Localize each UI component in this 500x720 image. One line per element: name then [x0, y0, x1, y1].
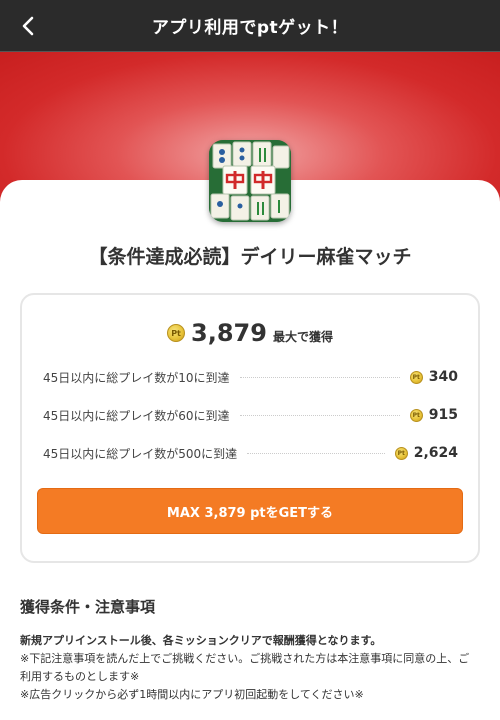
condition-label: 45日以内に総プレイ数が10に到達: [43, 370, 230, 385]
point-coin-icon: Pt: [167, 324, 186, 342]
mahjong-app-icon: [209, 140, 291, 222]
condition-row: 45日以内に総プレイ数が10に到達 Pt 340: [43, 367, 458, 387]
conditions-heading: 獲得条件・注意事項: [20, 598, 156, 616]
get-points-button[interactable]: MAX 3,879 ptをGETする: [37, 488, 463, 534]
note-line: ※広告クリックから必ず1時間以内にアプリ初回起動をしてください※: [20, 688, 364, 701]
max-reward: Pt 3,879 最大で獲得: [22, 319, 478, 347]
note-line: 新規アプリインストール後、各ミッションクリアで報酬獲得となります。: [20, 634, 382, 647]
app-title: 【条件達成必読】デイリー麻雀マッチ: [88, 246, 412, 268]
max-points-suffix: 最大で獲得: [272, 330, 333, 344]
condition-points: 915: [428, 407, 458, 423]
notes-list: 新規アプリインストール後、各ミッションクリアで報酬獲得となります。 ※下記注意事…: [20, 632, 480, 704]
condition-row: 45日以内に総プレイ数が500に到達 Pt 2,624: [43, 443, 458, 463]
dotted-leader: [239, 376, 400, 378]
condition-label: 45日以内に総プレイ数が60に到達: [43, 408, 230, 423]
point-coin-icon: Pt: [409, 408, 423, 422]
condition-points: 340: [428, 369, 458, 385]
max-points: 3,879: [191, 319, 267, 347]
note-line: ※下記注意事項を読んだ上でご挑戦ください。ご挑戦された方は本注意事項に同意の上、…: [20, 652, 470, 683]
point-coin-icon: Pt: [409, 370, 423, 384]
page-title: アプリ利用でptゲット！: [151, 18, 349, 38]
dotted-leader: [239, 414, 400, 416]
top-bar: アプリ利用でptゲット！: [0, 0, 500, 52]
dotted-leader: [247, 452, 385, 454]
condition-label: 45日以内に総プレイ数が500に到達: [43, 446, 238, 461]
condition-points: 2,624: [413, 445, 458, 461]
point-coin-icon: Pt: [394, 446, 408, 460]
reward-card: Pt 3,879 最大で獲得 45日以内に総プレイ数が10に到達 Pt 340 …: [20, 293, 480, 563]
condition-row: 45日以内に総プレイ数が60に到達 Pt 915: [43, 405, 458, 425]
